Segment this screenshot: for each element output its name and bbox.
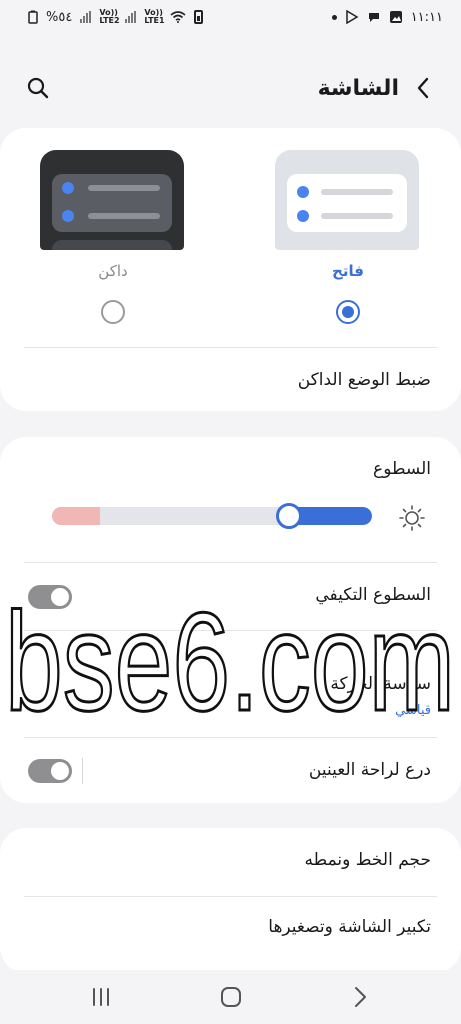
adaptive-brightness-toggle[interactable] (28, 585, 72, 609)
status-left: %٥٤ Vo)) LTE2 Vo)) LTE1 (28, 8, 204, 25)
wifi-icon (170, 11, 186, 23)
motion-smoothness-label[interactable]: سلاسة الحركة (330, 674, 431, 694)
brightness-slider-thumb[interactable] (275, 503, 302, 529)
back-nav-icon[interactable] (347, 984, 373, 1010)
dark-mode-label: داكن (98, 262, 128, 280)
battery-percent: %٥٤ (46, 9, 73, 25)
system-nav-bar (0, 970, 461, 1024)
chevron-left-icon (417, 77, 429, 99)
display-mode-card: فاتح داكن ضبط الوضع الداكن (0, 128, 461, 411)
divider (24, 562, 437, 563)
clock: ١١:١١ (410, 9, 443, 25)
chat-icon (368, 13, 379, 22)
play-store-icon (345, 10, 359, 24)
adaptive-brightness-label: السطوع التكيفي (315, 585, 431, 605)
preview-line (321, 189, 393, 195)
preview-dot (62, 182, 74, 194)
gallery-icon (389, 11, 402, 23)
divider (24, 737, 437, 738)
signal-icon (80, 11, 92, 23)
status-bar: %٥٤ Vo)) LTE2 Vo)) LTE1 ١١:١١ (0, 0, 461, 34)
preview-panel (52, 174, 172, 232)
preview-dot (297, 186, 309, 198)
search-button[interactable] (24, 74, 52, 102)
slider-low-range (52, 507, 100, 525)
brightness-title: السطوع (373, 459, 431, 479)
light-mode-radio[interactable] (336, 300, 360, 324)
eye-comfort-label: درع لراحة العينين (308, 760, 431, 780)
preview-line (88, 213, 160, 219)
sun-icon (399, 505, 425, 531)
font-card: حجم الخط ونمطه تكبير الشاشة وتصغيرها (0, 828, 461, 973)
app-header: الشاشة (0, 60, 461, 116)
brightness-card: السطوع السطوع التكيفي سلاسة الحركة قياسي… (0, 437, 461, 803)
motion-smoothness-value: قياسي (395, 703, 431, 718)
sim2-label: Vo)) LTE2 (99, 8, 120, 25)
dark-mode-radio[interactable] (101, 300, 125, 324)
recents-icon[interactable] (88, 984, 114, 1010)
divider (24, 896, 437, 897)
font-size-style-item[interactable]: حجم الخط ونمطه (305, 850, 431, 870)
preview-dot (297, 210, 309, 222)
brightness-slider[interactable] (52, 507, 372, 525)
divider (24, 630, 437, 631)
notification-dot-icon (331, 14, 337, 20)
page-title: الشاشة (317, 75, 399, 101)
dark-mode-settings-item[interactable]: ضبط الوضع الداكن (298, 370, 431, 390)
back-button[interactable] (413, 76, 433, 100)
status-right: ١١:١١ (331, 9, 443, 25)
light-mode-label: فاتح (332, 262, 364, 280)
signal-icon-2 (125, 11, 137, 23)
sim1-label: Vo)) LTE1 (144, 8, 165, 25)
preview-panel (287, 174, 407, 232)
preview-line (321, 213, 393, 219)
divider (24, 347, 437, 348)
preview-panel-2 (52, 240, 172, 250)
battery-icon (194, 10, 204, 24)
home-icon[interactable] (218, 984, 244, 1010)
eye-comfort-toggle[interactable] (28, 759, 72, 783)
search-icon (27, 77, 49, 99)
vertical-separator (82, 758, 83, 784)
preview-line (88, 185, 160, 191)
screen-zoom-item[interactable]: تكبير الشاشة وتصغيرها (268, 917, 431, 937)
preview-dot (62, 210, 74, 222)
battery-saver-icon (28, 10, 38, 24)
dark-mode-preview[interactable] (40, 150, 184, 250)
light-mode-preview[interactable] (275, 150, 419, 250)
title-area: الشاشة (318, 76, 433, 101)
